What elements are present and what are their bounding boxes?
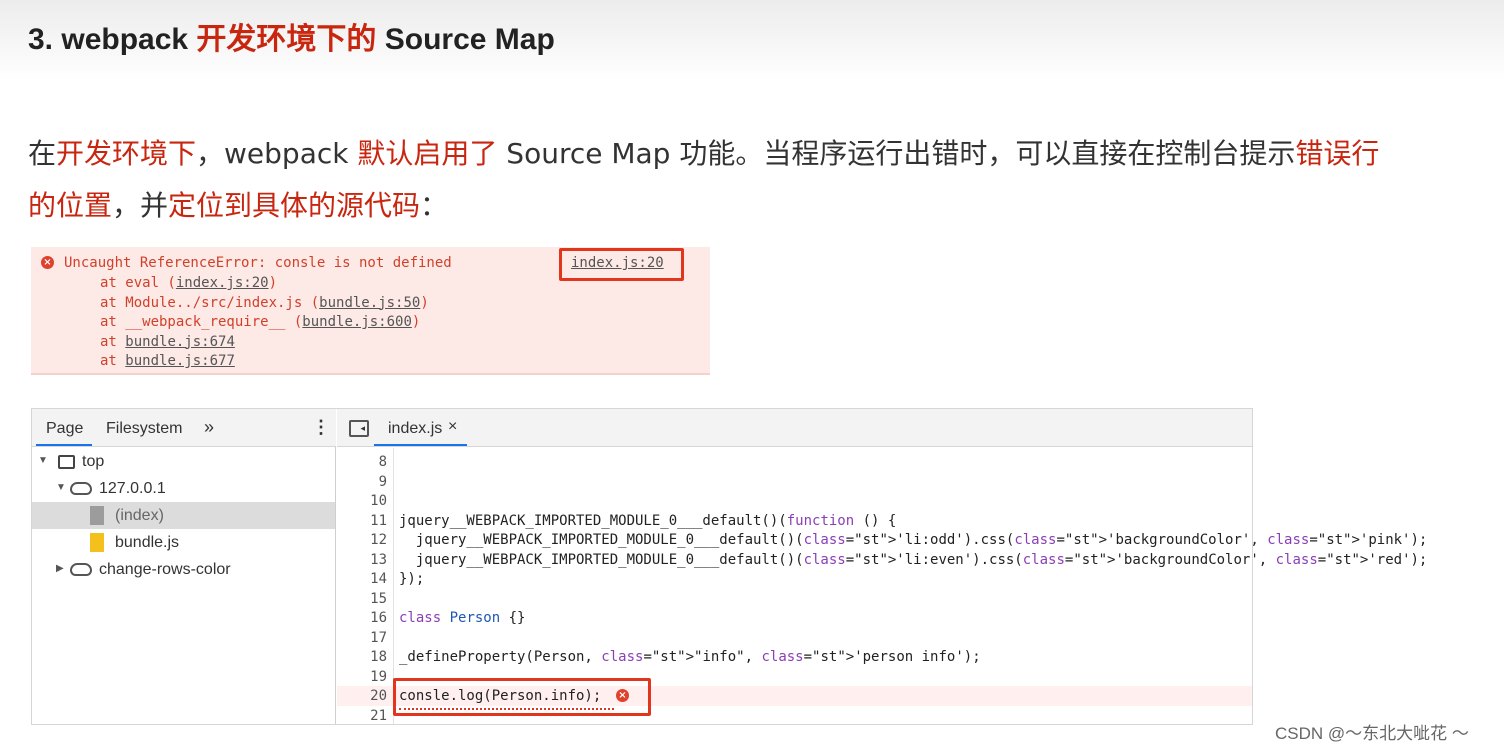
title-highlight: 开发环境下的 [196,23,377,56]
description-paragraph: 在开发环境下，webpack 默认启用了 Source Map 功能。当程序运行… [28,128,1428,232]
code-line: 13 jquery__WEBPACK_IMPORTED_MODULE_0___d… [337,550,1427,570]
tree-item-label: bundle.js [115,534,180,551]
error-line-highlight-box [393,678,651,716]
stack-frame: at bundle.js:674 [100,333,235,350]
cloud-icon [70,482,92,495]
expand-arrow-icon[interactable]: ▶ [56,563,64,574]
highlight-text: 错误行 [1295,137,1380,170]
stack-frame-link[interactable]: bundle.js:600 [302,314,412,330]
tree-item-top[interactable]: ▼ top [32,448,335,475]
code-text: }); [399,571,425,587]
line-number[interactable]: 12 [337,532,387,548]
devtools-sources-panel: Page Filesystem » ⋮ ▼ top ▼ 127.0.0.1 (index… [31,408,1427,725]
stack-frame-link[interactable]: index.js:20 [176,275,269,291]
more-tabs-icon[interactable]: » [204,417,214,438]
tree-item-label: change-rows-color [99,561,231,578]
navigator-tabs: Page Filesystem » ⋮ [32,409,336,447]
toggle-navigator-icon[interactable]: ◂ [349,420,369,437]
stack-frame: at Module../src/index.js (bundle.js:50) [100,294,429,311]
line-number[interactable]: 20 [337,688,387,704]
stack-frame: at bundle.js:677 [100,353,235,369]
stack-frame-link[interactable]: bundle.js:677 [125,353,235,369]
line-number[interactable]: 19 [337,669,387,685]
stack-frame-link[interactable]: bundle.js:50 [319,295,420,311]
line-number[interactable]: 21 [337,708,387,724]
stack-frame-link[interactable]: bundle.js:674 [125,334,235,350]
code-text: jquery__WEBPACK_IMPORTED_MODULE_0___defa… [399,551,1428,568]
line-number[interactable]: 15 [337,591,387,607]
tree-item-label: 127.0.0.1 [99,480,166,497]
code-text: _defineProperty(Person, class="st">"info… [399,649,981,665]
line-number[interactable]: 18 [337,649,387,665]
code-line: 8 [337,452,1252,472]
code-line: 15 [337,589,1252,609]
file-gray-icon [90,506,104,525]
line-number[interactable]: 16 [337,610,387,626]
tree-item-index[interactable]: (index) [32,502,335,529]
code-text: jquery__WEBPACK_IMPORTED_MODULE_0___defa… [399,532,1428,548]
code-line: 17 [337,628,1252,648]
error-squiggle [399,707,614,710]
cloud-icon [70,563,92,576]
stack-frame: at eval (index.js:20) [100,275,278,291]
code-line: 18 _defineProperty(Person, class="st">"in… [337,647,1252,667]
highlight-text: 定位到具体的源代码 [168,189,421,222]
line-number[interactable]: 17 [337,630,387,646]
code-text: jquery__WEBPACK_IMPORTED_MODULE_0___defa… [399,512,897,529]
code-line: 16 class Person {} [337,608,1252,628]
code-line: 11 jquery__WEBPACK_IMPORTED_MODULE_0___de… [337,511,1252,531]
error-message: Uncaught ReferenceError: consle is not d… [64,255,452,271]
code-line: 9 [337,472,1252,492]
console-error: × Uncaught ReferenceError: consle is not… [31,247,710,375]
paragraph-text: ，并 [112,189,169,222]
paragraph-text: 在 [28,137,57,170]
paragraph-text: Source Map 功能。当程序运行出错时，可以直接在控制台提示 [497,137,1296,170]
expand-arrow-icon[interactable]: ▼ [38,455,48,466]
editor-tabs: ◂ index.js × [337,409,1252,447]
code-line: 10 [337,491,1252,511]
code-line: 14}); [337,569,1252,589]
watermark: CSDN @～东北大呲花 ～ [1275,724,1469,743]
file-tab-underline [374,444,467,446]
kebab-menu-icon[interactable]: ⋮ [312,417,330,438]
highlight-text: 默认启用了 [357,137,498,170]
tree-item-bundle-js[interactable]: bundle.js [32,529,335,556]
line-number[interactable]: 8 [337,454,387,470]
file-yellow-icon [90,533,104,552]
highlight-text: 的位置 [28,189,113,222]
highlight-text: 开发环境下 [56,137,197,170]
navigator-pane: Page Filesystem » ⋮ ▼ top ▼ 127.0.0.1 (index… [32,409,336,724]
close-tab-icon[interactable]: × [448,418,457,436]
error-icon: × [41,256,54,269]
tab-filesystem[interactable]: Filesystem [106,420,182,438]
paragraph-text: ，webpack [196,137,358,170]
tab-index-js[interactable]: index.js [388,420,442,438]
page-title: 3. webpack 开发环境下的 Source Map [28,23,555,56]
window-icon [58,455,75,469]
line-number[interactable]: 10 [337,493,387,509]
line-number[interactable]: 13 [337,552,387,568]
tree-item-127-0-0-1[interactable]: ▼ 127.0.0.1 [32,475,335,502]
code-text: class Person {} [399,610,526,626]
line-number[interactable]: 14 [337,571,387,587]
paragraph-text: ： [420,189,449,222]
tab-page[interactable]: Page [46,420,83,438]
line-number[interactable]: 11 [337,513,387,529]
editor-pane: ◂ index.js × 8 9 10 11 jquery__WEBPACK_IMPOR… [337,409,1427,724]
code-line: 12 jquery__WEBPACK_IMPORTED_MODULE_0___d… [337,530,1427,550]
line-number[interactable]: 9 [337,474,387,490]
error-source-link[interactable]: index.js:20 [571,255,664,271]
expand-arrow-icon[interactable]: ▼ [56,482,66,493]
tab-page-underline [36,444,92,446]
tree-item-change-rows-color[interactable]: ▶ change-rows-color [32,556,335,583]
tree-item-label: (index) [115,507,164,524]
tree-item-label: top [82,453,105,470]
stack-frame: at __webpack_require__ (bundle.js:600) [100,314,421,330]
